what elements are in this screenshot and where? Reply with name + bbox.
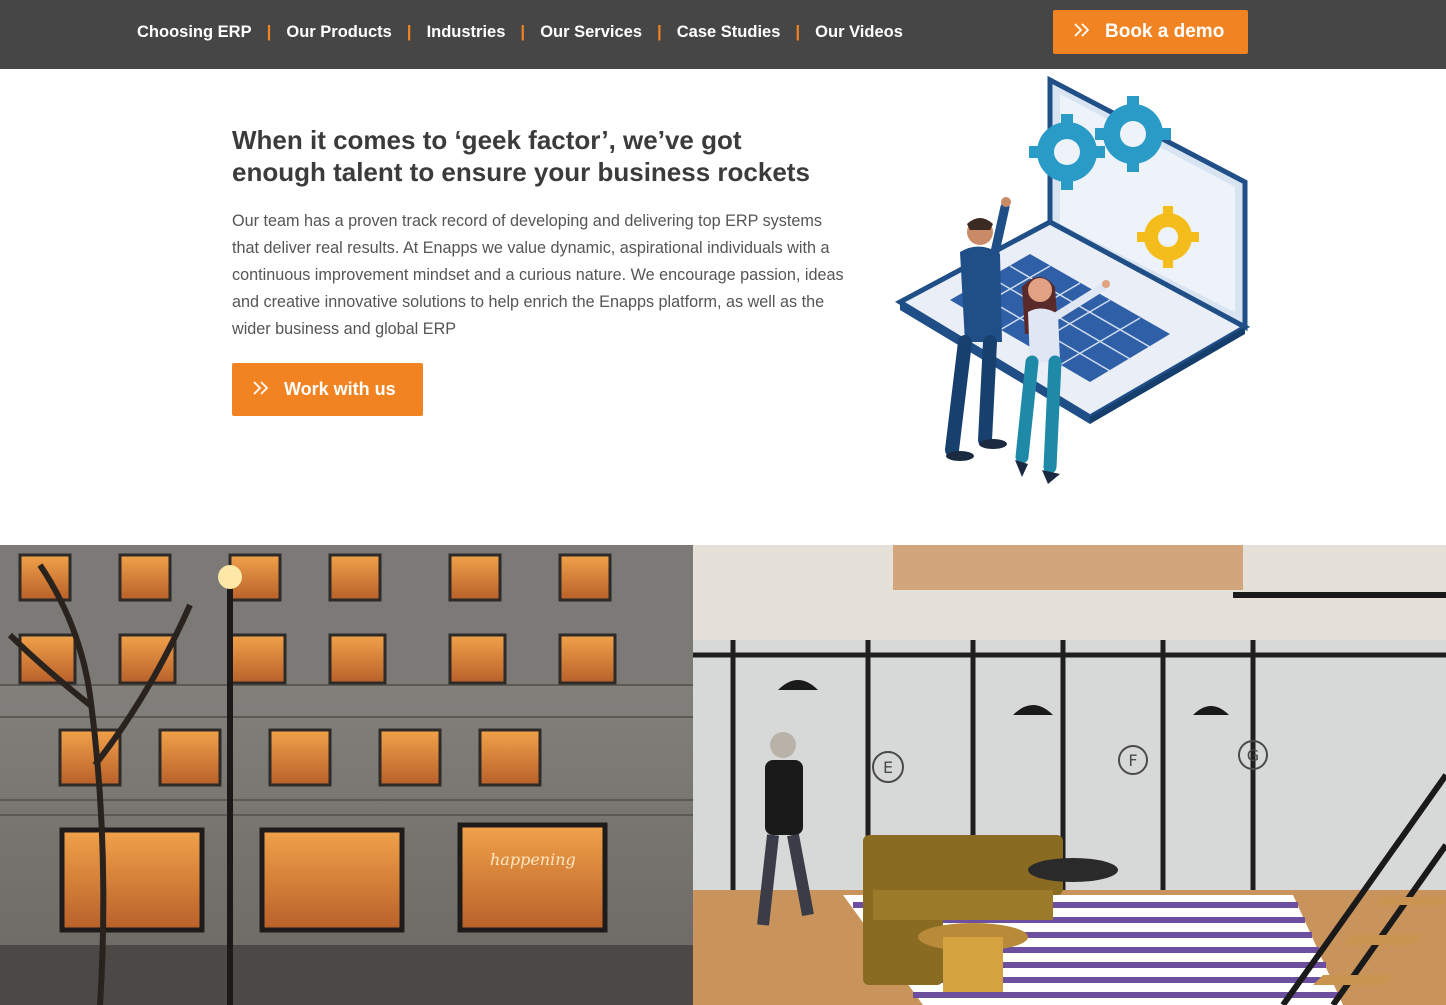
nav-link-industries[interactable]: Industries bbox=[427, 23, 506, 42]
nav-links: Choosing ERP | Our Products | Industries… bbox=[137, 0, 903, 64]
office-interior-photo: E F G bbox=[693, 545, 1446, 1005]
nav-link-case-studies[interactable]: Case Studies bbox=[677, 23, 781, 42]
street-lamp bbox=[218, 565, 242, 589]
nav-separator: | bbox=[657, 22, 662, 41]
double-chevron-right-icon bbox=[1073, 21, 1091, 43]
nav-link-choosing-erp[interactable]: Choosing ERP bbox=[137, 23, 252, 42]
double-chevron-right-icon bbox=[252, 379, 270, 400]
nav-link-our-videos[interactable]: Our Videos bbox=[815, 23, 903, 42]
sign-text: happening bbox=[490, 850, 576, 869]
hero-body-text: Our team has a proven track record of de… bbox=[232, 212, 844, 338]
hero-heading-line2: enough talent to ensure your business ro… bbox=[232, 157, 810, 187]
nav-separator: | bbox=[795, 22, 801, 41]
hero-heading-line1: When it comes to ‘geek factor’, we’ve go… bbox=[232, 125, 742, 155]
office-building-exterior-photo: happening bbox=[0, 545, 693, 1005]
room-letter-e: E bbox=[883, 758, 893, 777]
hero-heading: When it comes to ‘geek factor’, we’ve go… bbox=[232, 124, 872, 188]
room-letter-f: F bbox=[1128, 751, 1137, 770]
work-with-us-button[interactable]: Work with us bbox=[232, 363, 423, 416]
nav-separator: | bbox=[266, 22, 272, 41]
nav-link-our-services[interactable]: Our Services bbox=[540, 23, 642, 42]
nav-link-our-products[interactable]: Our Products bbox=[286, 23, 391, 42]
top-navigation: Choosing ERP | Our Products | Industries… bbox=[0, 0, 1446, 69]
room-letter-g: G bbox=[1247, 746, 1259, 765]
nav-separator: | bbox=[520, 22, 526, 41]
laptop-team-illustration bbox=[890, 72, 1260, 492]
nav-separator: | bbox=[406, 22, 412, 41]
book-demo-button[interactable]: Book a demo bbox=[1053, 10, 1248, 54]
book-demo-label: Book a demo bbox=[1105, 21, 1225, 42]
work-with-us-label: Work with us bbox=[284, 379, 396, 399]
